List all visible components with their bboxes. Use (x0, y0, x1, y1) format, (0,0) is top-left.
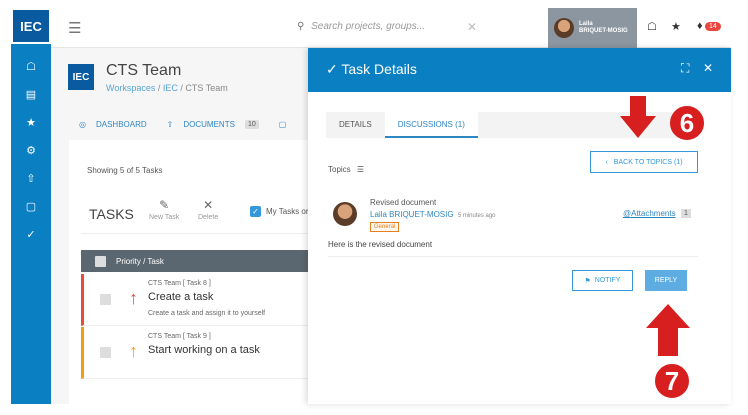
chat-icon[interactable]: ▢ (279, 120, 287, 129)
priority-up-icon: ↑ (129, 288, 138, 308)
table-row[interactable]: ↑ CTS Team [ Task 9 ] Start working on a… (81, 327, 319, 379)
back-label: BACK TO TOPICS (1) (613, 158, 683, 166)
upload-icon[interactable]: ⇧ (11, 164, 51, 192)
list-icon[interactable]: ☰ (357, 165, 364, 174)
clear-search-icon[interactable]: ✕ (467, 20, 477, 34)
task-project: CTS Team [ Task 8 ] (148, 280, 211, 287)
post-author[interactable]: Laila BRIQUET-MOSIG (370, 210, 454, 219)
bell-icon[interactable]: ♦ (697, 20, 703, 32)
panel-title: Task Details (341, 61, 417, 77)
upload-icon: ⇧ (166, 120, 174, 129)
delete-button[interactable]: ✕ Delete (198, 198, 218, 221)
priority-up-icon: ↑ (129, 341, 138, 361)
search-input[interactable]: ⚲ Search projects, groups... (297, 21, 425, 32)
close-icon[interactable]: ✕ (703, 61, 713, 75)
user-menu[interactable]: Laila BRIQUET-MOSIG (548, 8, 637, 48)
flag-icon: ⚑ (584, 277, 591, 285)
menu-icon[interactable]: ☰ (68, 19, 81, 37)
check-icon[interactable]: ✓ (11, 220, 51, 248)
attachments-count: 1 (681, 209, 691, 218)
chat-icon[interactable]: ▢ (11, 192, 51, 220)
team-logo: IEC (68, 64, 94, 90)
user-first-name: Laila (579, 21, 593, 27)
page-title: CTS Team (106, 62, 182, 79)
crumb-current: CTS Team (185, 83, 228, 93)
select-all-checkbox[interactable] (95, 255, 106, 267)
down-arrow-annotation-icon (620, 96, 656, 138)
tab-documents[interactable]: DOCUMENTS (183, 120, 235, 129)
step-7-marker: 7 (655, 364, 689, 398)
table-icon[interactable]: ▤ (11, 80, 51, 108)
chevron-left-icon: ‹ (605, 158, 608, 166)
check-icon: ✓ (326, 61, 338, 77)
up-arrow-annotation-icon (646, 304, 690, 356)
top-bar: ☰ ⚲ Search projects, groups... ✕ Laila B… (51, 8, 731, 48)
table-row[interactable]: ↑ CTS Team [ Task 8 ] Create a task Crea… (81, 274, 319, 326)
avatar (333, 202, 357, 226)
task-title[interactable]: Start working on a task (148, 344, 260, 356)
task-desc: Create a task and assign it to yourself (148, 310, 266, 317)
notification-badge[interactable]: 14 (705, 22, 721, 31)
new-task-label: New Task (149, 214, 180, 221)
post-title: Revised document (370, 198, 437, 207)
search-placeholder: Search projects, groups... (311, 21, 426, 32)
my-tasks-toggle[interactable]: ✓ My Tasks only (250, 206, 316, 217)
pencil-icon: ✎ (159, 198, 170, 212)
topics-heading: Topics ☰ (328, 165, 364, 174)
documents-count: 10 (244, 120, 259, 129)
crumb-iec[interactable]: IEC (163, 83, 178, 93)
row-checkbox[interactable] (100, 347, 111, 358)
checkbox-icon: ✓ (250, 206, 261, 217)
showing-count: Showing 5 of 5 Tasks (87, 166, 163, 175)
tasks-card: Showing 5 of 5 Tasks TASKS ✎ New Task ✕ … (69, 140, 319, 404)
star-icon[interactable]: ★ (671, 20, 681, 33)
notify-label: NOTIFY (594, 277, 621, 284)
expand-icon[interactable]: ⛶ (681, 61, 689, 76)
user-last-name: BRIQUET-MOSIG (579, 28, 628, 34)
tasks-title: TASKS (89, 206, 134, 222)
attachments-link[interactable]: @Attachments (623, 209, 676, 218)
sub-navigation: ◎ DASHBOARD ⇧ DOCUMENTS 10 ▢ (79, 120, 286, 129)
search-icon: ⚲ (297, 21, 305, 32)
breadcrumb: Workspaces / IEC / CTS Team (106, 83, 228, 93)
topics-label: Topics (328, 165, 351, 174)
home-icon[interactable]: ☖ (11, 52, 51, 80)
gear-icon[interactable]: ⚙ (11, 136, 51, 164)
notify-button[interactable]: ⚑ NOTIFY (572, 270, 633, 291)
panel-header: ✓ Task Details ⛶ ✕ (308, 48, 731, 92)
close-icon: ✕ (203, 198, 214, 212)
step-6-marker: 6 (670, 106, 704, 140)
reply-button[interactable]: REPLY (645, 270, 687, 291)
left-sidebar: IEC ☖ ▤ ★ ⚙ ⇧ ▢ ✓ (11, 8, 51, 404)
home-icon[interactable]: ☖ (647, 20, 657, 33)
task-project: CTS Team [ Task 9 ] (148, 333, 211, 340)
dashboard-icon: ◎ (79, 120, 86, 129)
header-priority-task[interactable]: Priority / Task (116, 257, 164, 266)
star-icon[interactable]: ★ (11, 108, 51, 136)
divider (328, 256, 698, 257)
crumb-workspaces[interactable]: Workspaces (106, 83, 155, 93)
tasks-toolbar: TASKS ✎ New Task ✕ Delete ✓ My Tasks onl… (81, 194, 319, 234)
iec-logo[interactable]: IEC (11, 8, 51, 44)
tab-details[interactable]: DETAILS (326, 112, 385, 138)
status-badge: General (370, 222, 400, 232)
avatar (554, 18, 574, 38)
row-checkbox[interactable] (100, 294, 111, 305)
tab-discussions[interactable]: DISCUSSIONS (1) (384, 112, 478, 138)
new-task-button[interactable]: ✎ New Task (149, 198, 179, 221)
post-time: 5 minutes ago (457, 213, 496, 219)
task-title[interactable]: Create a task (148, 291, 213, 303)
back-to-topics-button[interactable]: ‹ BACK TO TOPICS (1) (590, 151, 698, 173)
table-header: Priority / Task (81, 250, 319, 272)
tab-dashboard[interactable]: DASHBOARD (96, 120, 147, 129)
post-body: Here is the revised document (328, 240, 433, 249)
delete-label: Delete (198, 214, 219, 221)
